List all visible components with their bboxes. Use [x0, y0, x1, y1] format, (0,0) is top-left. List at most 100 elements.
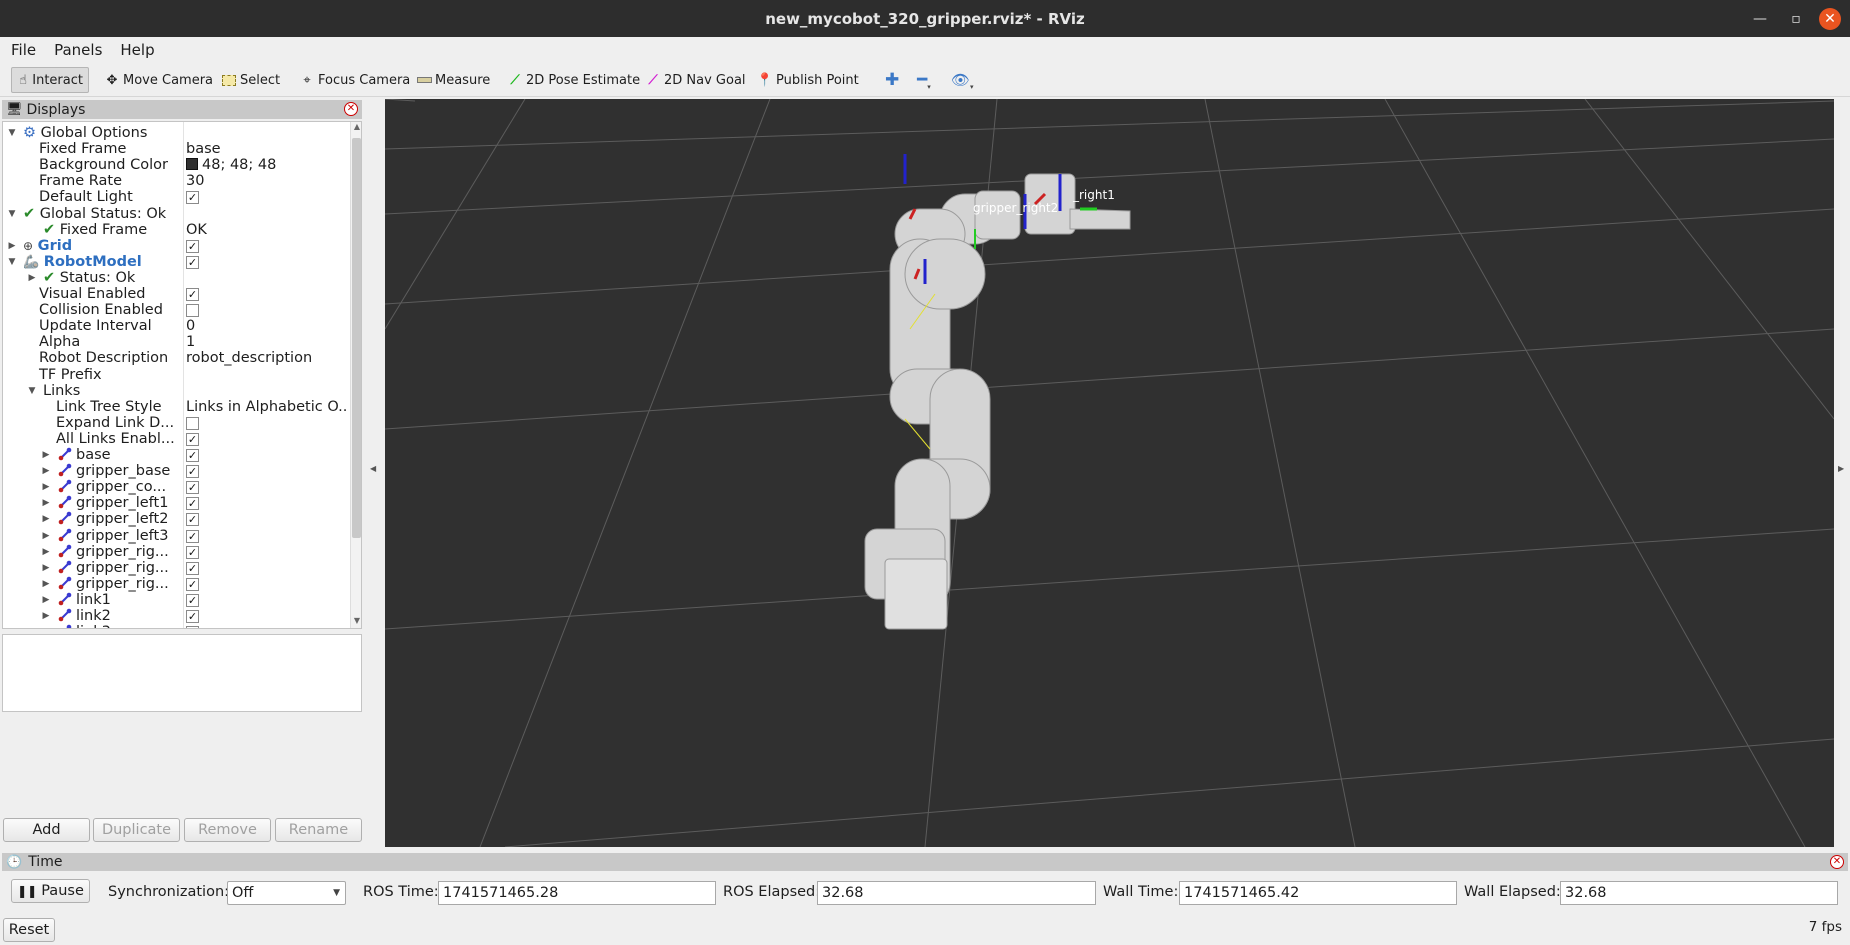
link-icon [58, 511, 76, 527]
checkbox[interactable]: ✓ [186, 626, 199, 628]
tool-publish-point[interactable]: 📍 Publish Point [752, 67, 864, 93]
close-displays-button[interactable]: ✕ [344, 102, 358, 116]
tool-bar: ☝ Interact ✥ Move Camera Select ⌖ Focus Cam… [0, 62, 1850, 97]
tool-interact-label: Interact [32, 72, 83, 88]
link-icon [58, 544, 76, 560]
checkbox[interactable]: ✓ [186, 239, 199, 253]
checkbox[interactable]: ✓ [186, 449, 199, 462]
checkbox[interactable]: ✓ [186, 481, 199, 495]
check-ok-icon: ✔ [23, 205, 36, 222]
tool-interact[interactable]: ☝ Interact [11, 67, 89, 93]
sync-value: Off [232, 885, 254, 901]
tree-row-value-text: Links in Alphabetic O... [186, 398, 346, 415]
close-icon: ✕ [1819, 7, 1841, 30]
checkbox[interactable]: ✓ [186, 432, 199, 446]
checkbox[interactable]: ✓ [186, 610, 199, 623]
ros-time-field[interactable]: 1741571465.28 [438, 881, 716, 905]
grid-icon: ⊕ [23, 238, 34, 253]
tree-row-text: link3 [76, 624, 111, 628]
maximize-icon: ▫ [1791, 10, 1801, 27]
duplicate-button[interactable]: Duplicate [93, 818, 180, 842]
minimize-button[interactable]: — [1742, 0, 1778, 37]
displays-tree[interactable]: ▲ ▼ ▼ ⚙ Global Options Fixed Frame base Back… [2, 121, 362, 629]
rename-button[interactable]: Rename [275, 818, 362, 842]
tree-row-text: link2 [76, 608, 111, 624]
link-icon [58, 560, 76, 576]
hand-pointer-icon: ☝ [19, 72, 28, 88]
close-time-button[interactable]: ✕ [1830, 855, 1844, 869]
tree-row-text: gripper_left1 [76, 495, 169, 512]
sync-select[interactable]: Off ▼ [227, 881, 346, 905]
tree-row-text: TF Prefix [39, 366, 102, 383]
link-icon [58, 479, 76, 495]
tool-measure[interactable]: Measure [411, 67, 495, 93]
crosshair-icon: ⌖ [303, 72, 311, 88]
tool-2d-pose-estimate[interactable]: ⟋ 2D Pose Estimate [502, 67, 645, 93]
close-window-button[interactable]: ✕ [1812, 0, 1848, 37]
remove-button[interactable]: Remove [184, 818, 271, 842]
checkbox[interactable] [186, 416, 199, 430]
left-splitter[interactable]: ◀ [364, 99, 385, 847]
robot-model [864, 173, 1131, 630]
pause-button[interactable]: ❚❚ Pause [11, 879, 90, 903]
description-box [2, 634, 362, 712]
wall-elapsed-field[interactable]: 32.68 [1560, 881, 1838, 905]
collapse-left-icon[interactable]: ◀ [370, 464, 376, 473]
menu-panels[interactable]: Panels [43, 41, 109, 59]
checkbox[interactable]: ✓ [186, 465, 199, 479]
checkbox[interactable]: ✓ [186, 513, 199, 527]
tree-row[interactable]: ▶ link3 ✓ [3, 623, 349, 628]
color-swatch [186, 158, 198, 171]
checkbox[interactable]: ✓ [186, 255, 199, 269]
checkbox[interactable] [186, 304, 199, 318]
remove-tool-button[interactable]: ━ ▾ [912, 67, 936, 93]
link-icon [58, 608, 76, 624]
tool-measure-label: Measure [435, 72, 491, 88]
menu-file[interactable]: File [0, 41, 43, 59]
checkbox[interactable]: ✓ [186, 545, 199, 559]
scroll-up-icon[interactable]: ▲ [351, 122, 361, 134]
collapse-right-icon[interactable]: ▶ [1838, 464, 1844, 473]
displays-scrollbar[interactable]: ▲ ▼ [350, 122, 361, 628]
tree-row-text: Grid [37, 237, 73, 254]
tool-2d-nav-goal[interactable]: ⟋ 2D Nav Goal [640, 67, 751, 93]
checkbox[interactable]: ✓ [186, 577, 199, 591]
link-icon [58, 592, 76, 608]
tool-move-camera[interactable]: ✥ Move Camera [99, 67, 218, 93]
eye-icon: 👁 [951, 71, 971, 89]
scroll-down-icon[interactable]: ▼ [351, 616, 361, 628]
add-tool-button[interactable]: ✚ [880, 67, 904, 93]
time-panel-header: 🕒 Time ✕ [2, 853, 1848, 871]
ros-elapsed-field[interactable]: 32.68 [817, 881, 1096, 905]
reset-button[interactable]: Reset [3, 918, 55, 942]
tree-row-text: link1 [76, 591, 111, 608]
window-title: new_mycobot_320_gripper.rviz* - RViz [765, 9, 1085, 28]
checkbox[interactable]: ✓ [186, 497, 199, 511]
menu-help[interactable]: Help [109, 41, 161, 59]
wall-time-label: Wall Time: [1103, 884, 1179, 900]
checkbox[interactable]: ✓ [186, 593, 199, 607]
maximize-button[interactable]: ▫ [1778, 0, 1814, 37]
tool-move-camera-label: Move Camera [123, 72, 214, 88]
clock-icon: 🕒 [6, 854, 23, 870]
checkbox[interactable]: ✓ [186, 288, 199, 301]
tool-select[interactable]: Select [216, 67, 285, 93]
tree-row-text: gripper_left3 [76, 527, 169, 544]
add-button[interactable]: Add [3, 818, 90, 842]
checkbox[interactable]: ✓ [186, 191, 199, 205]
gear-icon: ⚙ [23, 125, 36, 141]
wall-time-field[interactable]: 1741571465.42 [1179, 881, 1457, 905]
checkbox[interactable]: ✓ [186, 529, 199, 543]
expand-closed-icon[interactable]: ▶ [41, 623, 51, 628]
tree-row-value-text: base [186, 141, 221, 158]
fps-counter: 7 fps [1808, 919, 1842, 935]
view-tool-button[interactable]: 👁 ▾ [946, 67, 979, 93]
checkbox[interactable]: ✓ [186, 561, 199, 575]
ruler-icon [416, 72, 432, 88]
right-splitter[interactable]: ▶ [1834, 99, 1850, 847]
scroll-thumb[interactable] [352, 138, 361, 538]
tree-row-value-text: 1 [186, 334, 196, 351]
tool-focus-camera[interactable]: ⌖ Focus Camera [294, 67, 415, 93]
displays-panel-header: 🖥 Displays ✕ [2, 100, 362, 119]
3d-viewport[interactable]: gripper_right2 _right1 [385, 99, 1850, 847]
